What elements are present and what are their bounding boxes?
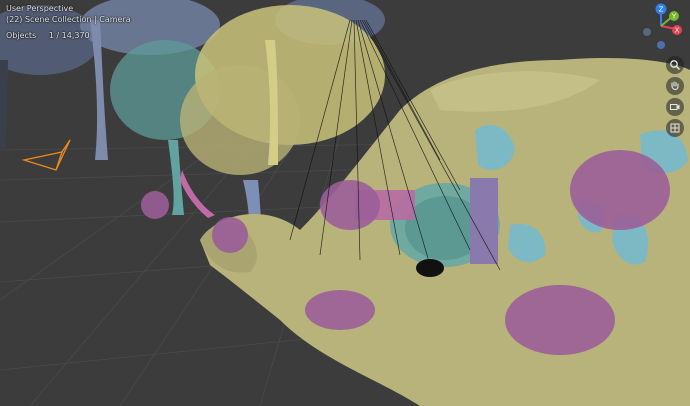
scene-render[interactable] (0, 0, 690, 406)
zoom-icon (670, 60, 681, 71)
zoom-button[interactable] (666, 56, 684, 74)
gizmo-neg-z[interactable] (657, 41, 665, 49)
hand-pan-icon (671, 81, 679, 90)
pan-button[interactable] (666, 77, 684, 95)
object-stats: Objects 1 / 14,370 (6, 31, 90, 41)
collection-path-label: (22) Scene Collection | Camera (6, 15, 131, 24)
gizmo-y-label: Y (671, 13, 677, 21)
gizmo-x-label: X (675, 27, 680, 35)
objects-value: 1 / 14,370 (48, 31, 90, 40)
3d-viewport[interactable]: User Perspective (22) Scene Collection |… (0, 0, 690, 406)
camera-object[interactable] (21, 139, 71, 171)
axis-gizmo[interactable]: Z Y X (638, 2, 684, 52)
ortho-toggle-button[interactable] (666, 119, 684, 137)
grid-ortho-icon (670, 123, 680, 133)
gizmo-neg-x[interactable] (643, 28, 651, 36)
camera-view-icon (670, 104, 680, 110)
view-name-label: User Perspective (6, 4, 74, 13)
camera-view-button[interactable] (666, 98, 684, 116)
objects-label: Objects (6, 31, 37, 40)
gizmo-z-label: Z (659, 6, 664, 14)
